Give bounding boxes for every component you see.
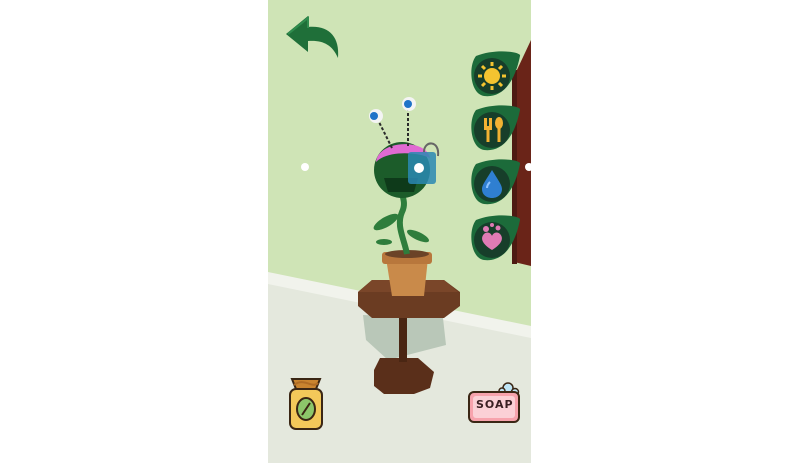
soap-label: SOAP [476,398,514,411]
watering-can-marker [414,163,424,173]
sun-icon [471,51,521,97]
wall-marker-left [301,163,309,171]
water-drop-icon [471,159,521,205]
back-button[interactable] [280,10,344,60]
seed-bag-button[interactable] [282,375,330,433]
plant-leaf-small [376,239,392,245]
hearts-icon [471,215,521,261]
eye-left-iris [370,112,378,120]
fork-spoon-icon [471,105,521,151]
seed-bag-icon [289,378,323,430]
soap-button[interactable]: SOAP [466,378,522,428]
sun-button[interactable] [468,50,524,100]
food-button[interactable] [468,104,524,154]
eye-right-iris [404,100,412,108]
game-viewport: SOAP [268,0,531,463]
back-arrow-icon [286,15,339,58]
water-button[interactable] [468,158,524,208]
love-button[interactable] [468,214,524,264]
